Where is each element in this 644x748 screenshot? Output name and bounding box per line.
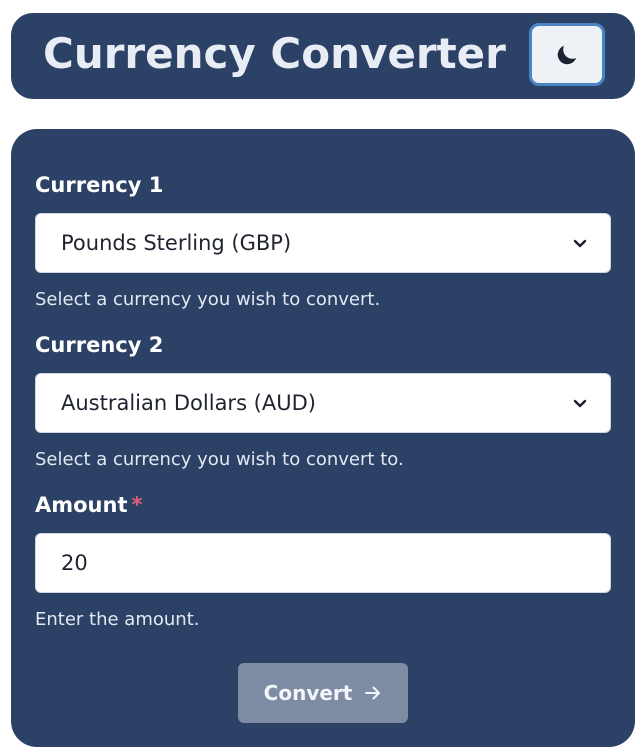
arrow-right-icon <box>365 686 381 700</box>
chevron-down-icon <box>550 214 610 272</box>
converter-form: Currency 1 Pounds Sterling (GBP) Select … <box>11 129 635 747</box>
amount-input[interactable]: 20 <box>35 533 611 593</box>
currency2-label: Currency 2 <box>35 333 164 357</box>
chevron-down-icon <box>550 374 610 432</box>
required-marker: * <box>131 493 143 517</box>
currency2-hint: Select a currency you wish to convert to… <box>35 449 404 470</box>
amount-label-text: Amount <box>35 493 128 517</box>
page-title: Currency Converter <box>43 29 506 78</box>
currency1-hint: Select a currency you wish to convert. <box>35 289 381 310</box>
theme-toggle-button[interactable] <box>529 23 605 86</box>
convert-button-label: Convert <box>263 681 353 705</box>
currency2-select[interactable]: Australian Dollars (AUD) <box>35 373 611 433</box>
amount-label: Amount * <box>35 491 143 519</box>
moon-icon <box>557 45 577 64</box>
app-header: Currency Converter <box>11 13 635 99</box>
currency1-selected-value: Pounds Sterling (GBP) <box>61 231 292 255</box>
currency2-selected-value: Australian Dollars (AUD) <box>61 391 316 415</box>
amount-value: 20 <box>61 551 88 575</box>
currency1-select[interactable]: Pounds Sterling (GBP) <box>35 213 611 273</box>
currency1-label: Currency 1 <box>35 173 164 197</box>
amount-hint: Enter the amount. <box>35 609 200 630</box>
convert-button[interactable]: Convert <box>238 663 408 723</box>
